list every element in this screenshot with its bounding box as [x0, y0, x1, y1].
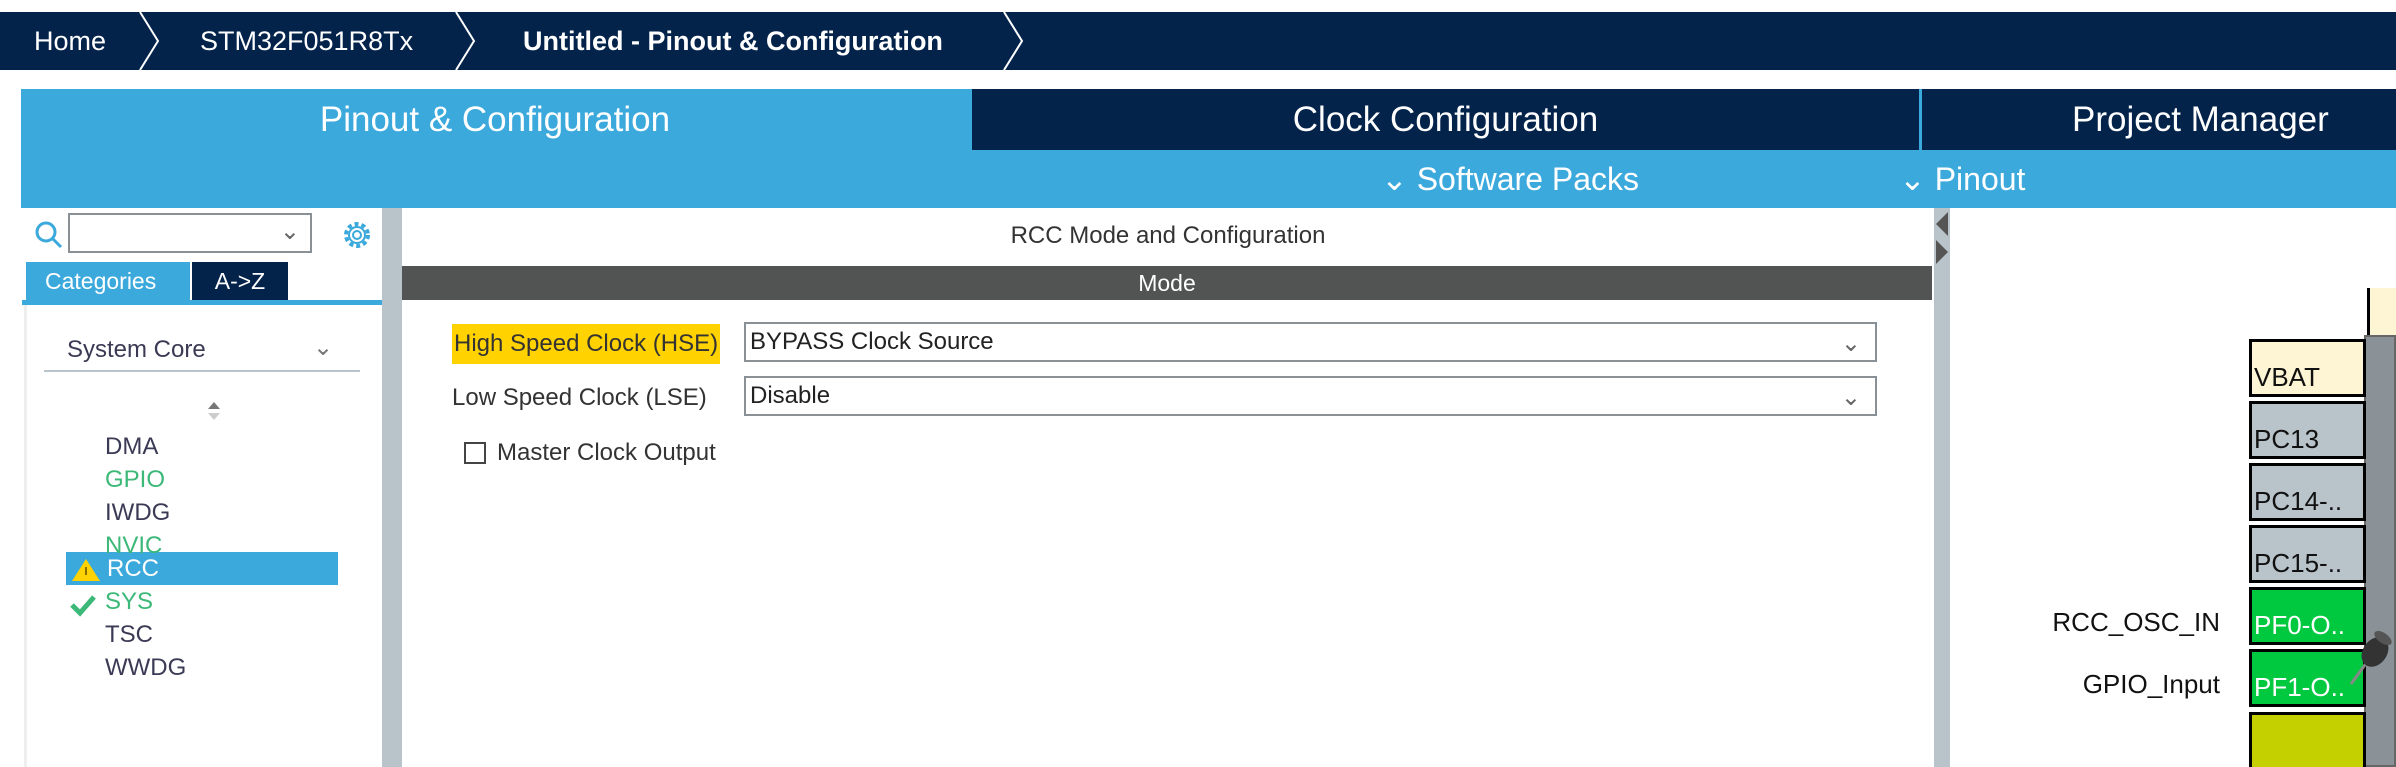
pin-0[interactable]: VBAT — [2249, 339, 2366, 397]
pin-signal-label: GPIO_Input — [2082, 669, 2220, 699]
tab-clock-configuration[interactable]: Clock Configuration — [972, 89, 1919, 150]
collapse-arrows-icon[interactable] — [1934, 210, 1950, 266]
search-combobox[interactable]: ⌄ — [68, 213, 312, 253]
breadcrumb-mcu[interactable]: STM32F051R8Tx — [200, 12, 413, 70]
chip-body — [2364, 335, 2396, 767]
software-packs-label: Software Packs — [1416, 161, 1640, 197]
warning-icon — [72, 559, 100, 581]
check-icon — [70, 595, 96, 617]
list-item-gpio[interactable]: GPIO — [105, 463, 165, 496]
pin-1[interactable]: PC13 — [2249, 401, 2366, 459]
pinout-menu[interactable]: ⌄ Pinout — [1899, 150, 2025, 208]
search-icon[interactable] — [34, 220, 64, 250]
list-item-dma[interactable]: DMA — [105, 430, 158, 463]
chevron-down-icon: ⌄ — [279, 218, 300, 245]
mco-label: Master Clock Output — [497, 439, 716, 466]
mode-section-header: Mode — [402, 266, 1932, 300]
lse-select[interactable]: Disable ⌄ — [744, 376, 1877, 416]
pin-2[interactable]: PC14-.. — [2249, 463, 2366, 521]
hse-label: High Speed Clock (HSE) — [452, 324, 721, 364]
list-item-wwdg[interactable]: WWDG — [105, 651, 186, 684]
chip-top-pin[interactable] — [2367, 288, 2396, 338]
pinout-label: Pinout — [1934, 161, 2026, 197]
splitter-right[interactable] — [1934, 208, 1950, 767]
divider — [44, 370, 360, 372]
chevron-right-icon — [1003, 12, 1024, 70]
pin-next[interactable] — [2249, 712, 2366, 767]
mode-configuration-panel: RCC Mode and Configuration Mode High Spe… — [402, 208, 1934, 767]
breadcrumb-bar: Home STM32F051R8Tx Untitled - Pinout & C… — [0, 12, 2396, 70]
tab-project-manager[interactable]: Project Manager — [1922, 89, 2396, 150]
chevron-down-icon: ⌄ — [1840, 384, 1861, 411]
category-system-core[interactable]: System Core — [67, 336, 206, 364]
lse-value: Disable — [750, 382, 831, 409]
tab-pinout-configuration[interactable]: Pinout & Configuration — [21, 89, 969, 150]
breadcrumb-current[interactable]: Untitled - Pinout & Configuration — [523, 12, 943, 70]
list-item-rcc[interactable]: RCC — [107, 552, 159, 585]
hse-select[interactable]: BYPASS Clock Source ⌄ — [744, 322, 1877, 362]
chevron-right-icon — [139, 12, 160, 70]
panel-title: RCC Mode and Configuration — [1010, 222, 1326, 249]
sort-icon[interactable] — [206, 400, 222, 422]
pin-signal-label: RCC_OSC_IN — [2052, 607, 2220, 637]
panel-border — [24, 305, 27, 767]
mco-checkbox[interactable] — [464, 442, 486, 464]
chevron-down-icon: ⌄ — [1840, 330, 1861, 357]
splitter-left[interactable] — [382, 208, 402, 767]
lse-label: Low Speed Clock (LSE) — [452, 384, 707, 411]
main-tabs: Pinout & Configuration Clock Configurati… — [21, 89, 2396, 208]
breadcrumb-home[interactable]: Home — [34, 12, 106, 70]
tab-a-to-z[interactable]: A->Z — [192, 262, 288, 300]
chevron-right-icon — [455, 12, 476, 70]
software-packs-menu[interactable]: ⌄ Software Packs — [1381, 150, 1639, 208]
gear-icon[interactable] — [340, 218, 374, 252]
list-item-iwdg[interactable]: IWDG — [105, 496, 170, 529]
pin-pushpin-icon — [2349, 630, 2392, 685]
chevron-down-icon: ⌄ — [1381, 161, 1408, 197]
list-item-sys[interactable]: SYS — [105, 585, 153, 618]
tab-underline — [22, 300, 382, 305]
list-item-tsc[interactable]: TSC — [105, 618, 153, 651]
tab-categories[interactable]: Categories — [26, 262, 190, 300]
categories-panel: ⌄ Categories A->Z System Core ⌄ DMA GPIO… — [21, 208, 382, 767]
chevron-down-icon: ⌄ — [1899, 161, 1926, 197]
pin-3[interactable]: PC15-.. — [2249, 525, 2366, 583]
chevron-down-icon[interactable]: ⌄ — [313, 333, 333, 362]
hse-value: BYPASS Clock Source — [750, 328, 994, 355]
